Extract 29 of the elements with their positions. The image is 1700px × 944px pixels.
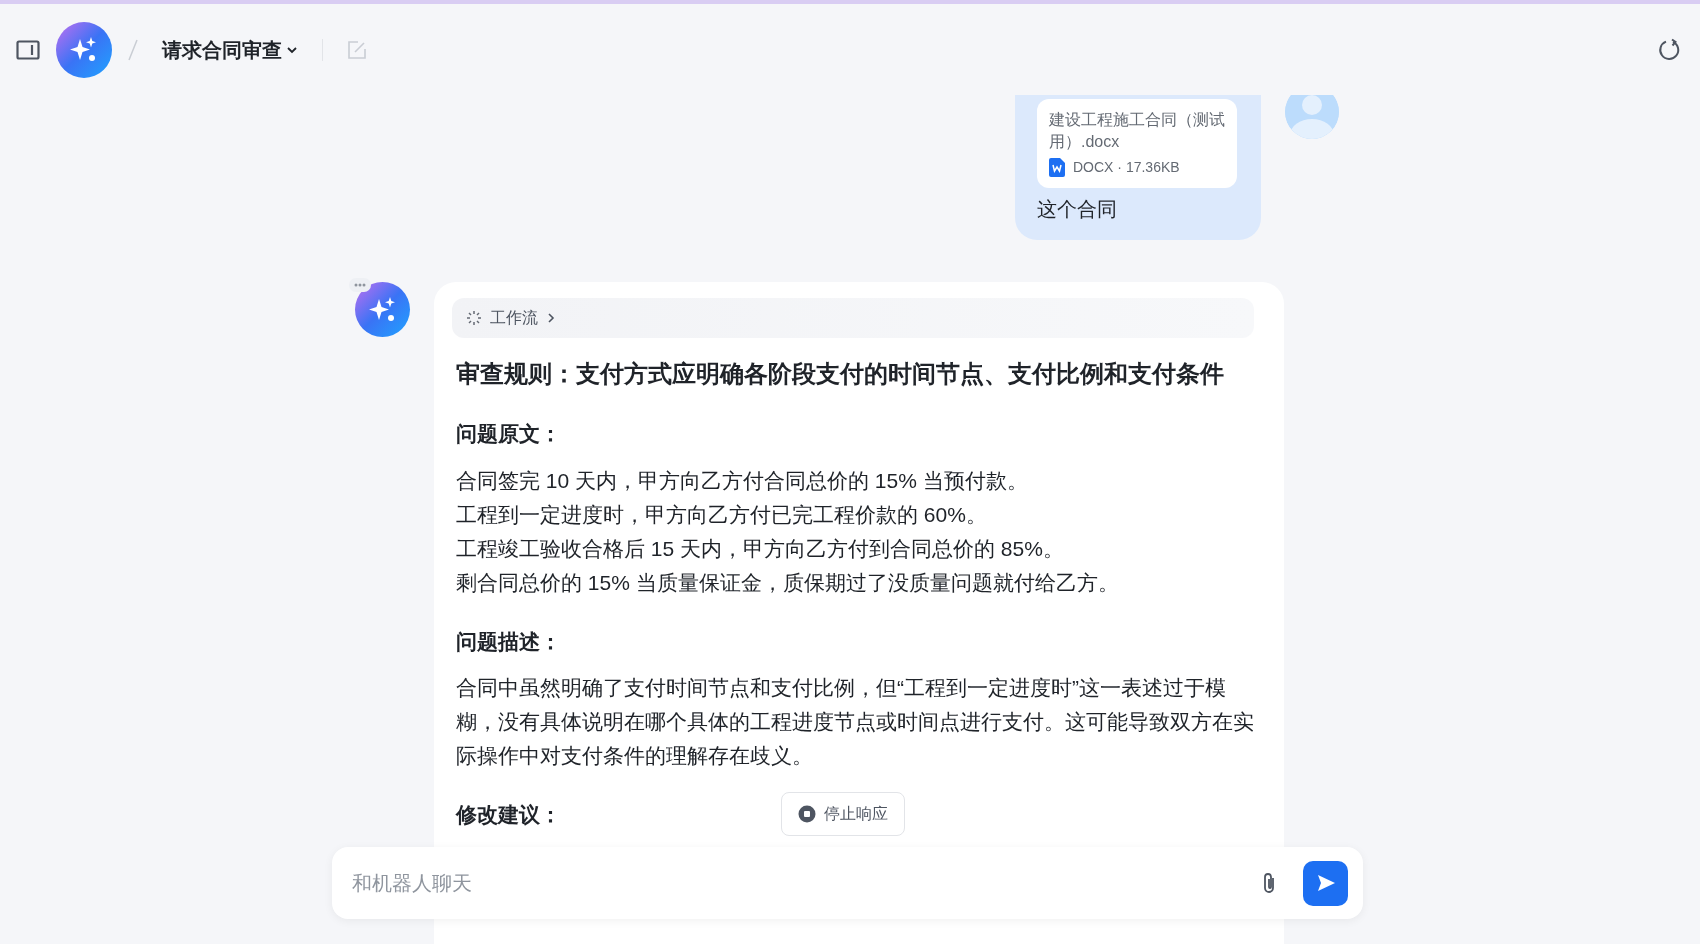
- message-text: 这个合同: [1037, 197, 1118, 222]
- file-name: 建设工程施工合同（测试用）.docx: [1049, 110, 1225, 152]
- title-dropdown[interactable]: 请求合同审查: [162, 34, 298, 65]
- bot-avatar: [355, 282, 410, 337]
- spinner-icon: [466, 310, 482, 326]
- paragraph: 合同中虽然明确了支付时间节点和支付比例，但“工程到一定进度时”这一表述过于模糊，没有具体说明在哪个具体的工程进度节点或时间点进行支付。这可能导致双方在实际操作中对支付条件的理解存在歧义。: [456, 675, 1254, 769]
- stop-button[interactable]: 停止响应: [781, 792, 905, 836]
- file-attachment[interactable]: 建设工程施工合同（测试用）.docx DOCX · 17.36KB: [1037, 99, 1237, 188]
- section-heading: 问题描述：: [456, 628, 561, 655]
- review-rule-title: 审查规则：支付方式应明确各阶段支付的时间节点、支付比例和支付条件: [456, 359, 1225, 389]
- paragraph: 剩合同总价的 15% 当质量保证金，质保期过了没质量问题就付给乙方。: [456, 569, 1120, 596]
- user-avatar: [1285, 95, 1339, 139]
- workflow-toggle[interactable]: 工作流: [452, 298, 1254, 338]
- section-heading: 问题原文：: [456, 421, 561, 447]
- file-meta: DOCX · 17.36KB: [1073, 158, 1180, 177]
- separator-icon: [128, 38, 138, 61]
- refresh-icon[interactable]: [1658, 37, 1682, 62]
- paragraph: 工程竣工验收合格后 15 天内，甲方向乙方付到合同总价的 85%。: [456, 535, 1065, 562]
- paragraph: 合同签完 10 天内，甲方向乙方付合同总价的 15% 当预付款。: [456, 467, 1029, 494]
- chevron-down-icon: [286, 45, 298, 54]
- chat-input[interactable]: 和机器人聊天: [350, 867, 1235, 899]
- sidebar-toggle-icon[interactable]: [16, 39, 40, 60]
- stop-icon: [798, 805, 816, 823]
- send-button[interactable]: [1303, 860, 1348, 906]
- document-icon: [1049, 158, 1065, 177]
- typing-icon: [349, 278, 371, 292]
- chevron-right-icon: [546, 312, 556, 324]
- paragraph: 工程到一定进度时，甲方向乙方付已完工程价款的 60%。: [456, 501, 988, 528]
- section-heading: 修改建议：: [456, 802, 561, 828]
